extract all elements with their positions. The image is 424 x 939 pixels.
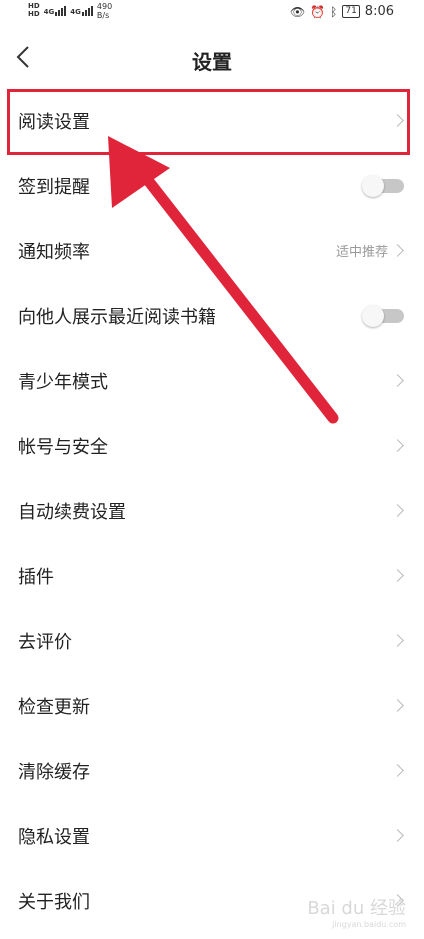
bluetooth-icon: ᛒ [330, 4, 338, 19]
speed-unit: B/s [96, 11, 110, 20]
settings-item-label: 去评价 [18, 631, 72, 653]
speed-value: 490 [96, 2, 113, 11]
chevron-right-icon [391, 374, 404, 387]
toggle-knob [362, 304, 384, 327]
settings-item[interactable]: 自动续费设置 [0, 478, 424, 543]
watermark: Bai du 经验 jingyan.baidu.com [307, 894, 406, 929]
toggle-switch[interactable] [362, 304, 404, 327]
hd-label-2: HD [28, 10, 40, 18]
settings-item-label: 隐私设置 [18, 826, 90, 848]
battery-icon: 71 [342, 5, 360, 18]
alarm-icon: ⏰ [310, 4, 326, 19]
settings-item-label: 青少年模式 [18, 371, 108, 393]
chevron-right-icon [391, 829, 404, 842]
page-title: 设置 [192, 50, 232, 74]
net-type-2: 4G [70, 8, 81, 16]
highlight-box [7, 89, 410, 155]
settings-item-label: 向他人展示最近阅读书籍 [18, 306, 216, 328]
hd-indicator: HD HD [28, 2, 40, 18]
chevron-right-icon [391, 699, 404, 712]
chevron-right-icon [391, 244, 404, 257]
settings-list: 阅读设置 签到提醒 通知频率 适中推荐 向他人展示最近阅读书籍 青少年模式 帐号与安全 自动续… [0, 88, 424, 933]
watermark-sub: jingyan.baidu.com [332, 920, 406, 929]
signal-icon-1: 4G [44, 2, 67, 16]
settings-item-label: 帐号与安全 [18, 436, 108, 458]
settings-item[interactable]: 插件 [0, 543, 424, 608]
settings-item-label: 检查更新 [18, 696, 90, 718]
settings-item-label: 自动续费设置 [18, 501, 126, 523]
toggle-knob [362, 174, 384, 197]
status-left: HD HD 4G 4G 490 B/s [28, 2, 112, 20]
settings-item[interactable]: 清除缓存 [0, 738, 424, 803]
chevron-right-icon [391, 634, 404, 647]
settings-item-label: 通知频率 [18, 241, 90, 263]
settings-item[interactable]: 检查更新 [0, 673, 424, 738]
clock: 8:06 [364, 4, 394, 19]
header: 设置 [0, 30, 424, 86]
watermark-text: Bai du 经验 [307, 898, 406, 919]
settings-item-label: 关于我们 [18, 891, 90, 913]
network-speed: 490 B/s [97, 2, 112, 20]
settings-item[interactable]: 通知频率 适中推荐 [0, 218, 424, 283]
settings-item[interactable]: 帐号与安全 [0, 413, 424, 478]
settings-item-label: 插件 [18, 566, 54, 588]
chevron-right-icon [391, 569, 404, 582]
settings-item[interactable]: 隐私设置 [0, 803, 424, 868]
toggle-switch[interactable] [362, 174, 404, 197]
chevron-right-icon [391, 764, 404, 777]
net-type-1: 4G [43, 8, 55, 16]
status-bar: HD HD 4G 4G 490 B/s 👁 ⏰ ᛒ 71 8:06 [0, 0, 424, 26]
hd-label-1: HD [28, 2, 40, 10]
settings-item-label: 签到提醒 [18, 176, 90, 198]
settings-item-value: 适中推荐 [335, 245, 388, 260]
settings-item[interactable]: 向他人展示最近阅读书籍 [0, 283, 424, 348]
settings-item-label: 清除缓存 [18, 761, 90, 783]
settings-item[interactable]: 去评价 [0, 608, 424, 673]
settings-item[interactable]: 签到提醒 [0, 153, 424, 218]
signal-icon-2: 4G [70, 2, 93, 16]
status-right: 👁 ⏰ ᛒ 71 8:06 [290, 4, 394, 19]
chevron-right-icon [391, 439, 404, 452]
eye-icon: 👁 [289, 4, 306, 19]
chevron-right-icon [391, 504, 404, 517]
settings-item[interactable]: 青少年模式 [0, 348, 424, 413]
